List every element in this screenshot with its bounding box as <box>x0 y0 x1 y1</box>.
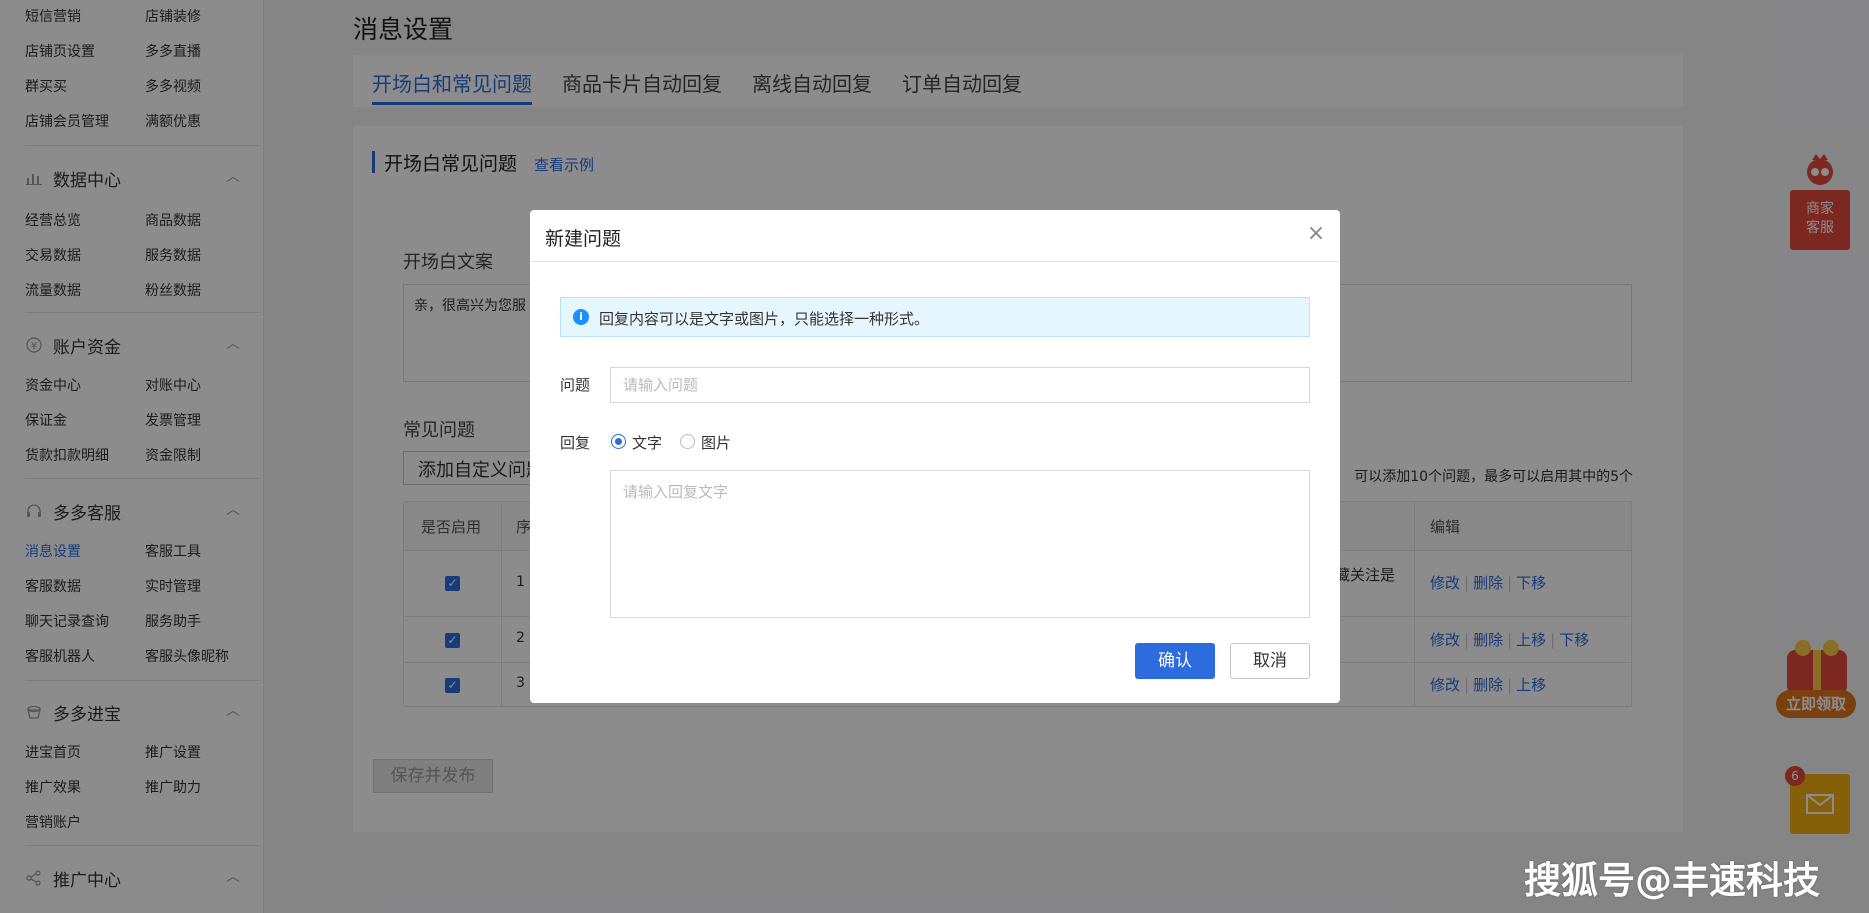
reply-textarea[interactable] <box>610 470 1310 618</box>
reply-type-text-label[interactable]: 文字 <box>632 432 662 453</box>
reply-label: 回复 <box>560 434 591 452</box>
question-input[interactable] <box>610 367 1310 403</box>
dialog-title: 新建问题 <box>545 228 622 250</box>
question-label: 问题 <box>560 376 591 394</box>
dialog-divider <box>530 261 1340 262</box>
confirm-button[interactable]: 确认 <box>1135 643 1215 679</box>
reply-type-image-radio[interactable] <box>680 434 695 449</box>
close-icon[interactable]: × <box>1304 222 1328 246</box>
new-question-dialog: 新建问题 × i 回复内容可以是文字或图片，只能选择一种形式。 问题 回复 文字… <box>530 210 1340 703</box>
reply-type-text-radio[interactable] <box>611 434 626 449</box>
cancel-button[interactable]: 取消 <box>1230 643 1310 679</box>
info-alert: i 回复内容可以是文字或图片，只能选择一种形式。 <box>560 297 1310 337</box>
info-icon: i <box>573 309 589 325</box>
watermark: 搜狐号@丰速科技 <box>1524 859 1820 902</box>
reply-type-image-label[interactable]: 图片 <box>701 432 731 453</box>
info-text: 回复内容可以是文字或图片，只能选择一种形式。 <box>599 310 930 328</box>
